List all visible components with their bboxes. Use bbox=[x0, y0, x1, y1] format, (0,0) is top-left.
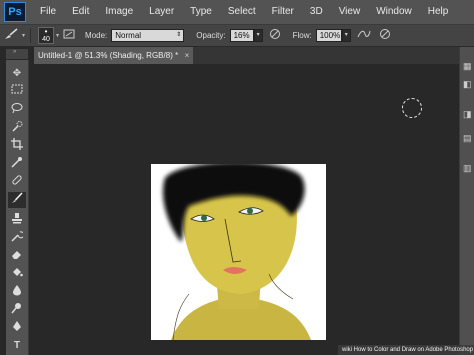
spot-healing-tool-icon[interactable] bbox=[8, 174, 26, 190]
right-panel-dock: ▦ ◧ ◨ ▤ ▥ bbox=[459, 47, 474, 355]
menu-image[interactable]: Image bbox=[97, 0, 141, 24]
panel-icon-2[interactable]: ◧ bbox=[463, 79, 473, 89]
photoshop-logo: Ps bbox=[4, 2, 26, 22]
eyedropper-tool-icon[interactable] bbox=[8, 156, 26, 172]
menu-layer[interactable]: Layer bbox=[141, 0, 182, 24]
eraser-tool-icon[interactable] bbox=[8, 248, 26, 264]
close-icon[interactable]: × bbox=[182, 47, 192, 64]
watermark: wiki How to Color and Draw on Adobe Phot… bbox=[338, 345, 474, 355]
crop-tool-icon[interactable] bbox=[8, 138, 26, 154]
brush-size-dropdown-icon[interactable]: ▾ bbox=[56, 32, 59, 39]
brush-size-picker[interactable]: • 40 bbox=[38, 27, 55, 44]
collapse-icon[interactable]: » bbox=[13, 49, 16, 55]
brush-preset-dropdown-icon[interactable]: ▾ bbox=[22, 32, 25, 39]
airbrush-icon[interactable] bbox=[357, 28, 371, 43]
menu-bar: Ps File Edit Image Layer Type Select Fil… bbox=[0, 0, 474, 25]
marquee-tool-icon[interactable] bbox=[8, 84, 26, 100]
pressure-size-icon[interactable] bbox=[379, 28, 391, 43]
flow-value: 100% bbox=[319, 31, 341, 40]
document-tab[interactable]: Untitled-1 @ 51.3% (Shading, RGB/8) * × bbox=[34, 47, 193, 64]
dodge-tool-icon[interactable] bbox=[8, 302, 26, 318]
brush-cursor bbox=[402, 98, 422, 118]
flow-input[interactable]: 100% bbox=[315, 29, 342, 42]
opacity-label: Opacity: bbox=[196, 31, 226, 40]
document-tab-title: Untitled-1 @ 51.3% (Shading, RGB/8) * bbox=[38, 51, 179, 60]
panel-icon-3[interactable]: ◨ bbox=[463, 109, 473, 119]
menu-file[interactable]: File bbox=[32, 0, 64, 24]
menu-view[interactable]: View bbox=[331, 0, 369, 24]
panel-icon-1[interactable]: ▦ bbox=[463, 61, 473, 71]
mode-label: Mode: bbox=[85, 31, 108, 40]
brush-panel-icon[interactable] bbox=[63, 28, 75, 43]
menu-help[interactable]: Help bbox=[420, 0, 457, 24]
paint-bucket-tool-icon[interactable] bbox=[8, 266, 26, 282]
panel-icon-4[interactable]: ▤ bbox=[463, 133, 473, 143]
flow-label: Flow: bbox=[292, 31, 312, 40]
brush-preset-icon[interactable] bbox=[4, 28, 18, 43]
history-brush-tool-icon[interactable] bbox=[8, 230, 26, 246]
mode-select[interactable]: Normal ⇕ bbox=[111, 29, 185, 42]
toolbox-header[interactable]: » bbox=[6, 49, 28, 59]
menu-select[interactable]: Select bbox=[220, 0, 264, 24]
menu-filter[interactable]: Filter bbox=[264, 0, 302, 24]
opacity-value: 16% bbox=[233, 31, 250, 40]
face-painting bbox=[162, 164, 311, 340]
menu-type[interactable]: Type bbox=[182, 0, 220, 24]
mode-updown-icon: ⇕ bbox=[176, 32, 182, 38]
clone-stamp-tool-icon[interactable] bbox=[8, 212, 26, 228]
opacity-slider-toggle[interactable]: ▾ bbox=[253, 29, 263, 42]
opacity-input[interactable]: 16% bbox=[229, 29, 254, 42]
flow-slider-toggle[interactable]: ▾ bbox=[341, 29, 351, 42]
menu-window[interactable]: Window bbox=[368, 0, 420, 24]
document-tab-bar: Untitled-1 @ 51.3% (Shading, RGB/8) * × bbox=[34, 47, 459, 64]
document-canvas[interactable] bbox=[151, 164, 326, 340]
mode-value: Normal bbox=[115, 31, 142, 40]
menu-edit[interactable]: Edit bbox=[64, 0, 97, 24]
lasso-tool-icon[interactable] bbox=[8, 102, 26, 118]
move-tool-icon[interactable]: ✥ bbox=[8, 66, 26, 82]
pen-tool-icon[interactable] bbox=[8, 320, 26, 336]
panel-icon-5[interactable]: ▥ bbox=[463, 163, 473, 173]
brush-tool-icon[interactable] bbox=[8, 192, 26, 208]
toolbox: ✥ T bbox=[6, 60, 29, 355]
separator bbox=[30, 28, 32, 43]
pressure-opacity-icon[interactable] bbox=[269, 28, 281, 43]
quick-selection-tool-icon[interactable] bbox=[8, 120, 26, 136]
blur-tool-icon[interactable] bbox=[8, 284, 26, 300]
options-bar: ▾ • 40 ▾ Mode: Normal ⇕ Opacity: 16% ▾ F… bbox=[0, 25, 474, 47]
brush-size-value: 40 bbox=[42, 36, 50, 43]
type-tool-icon[interactable]: T bbox=[8, 338, 26, 354]
menu-3d[interactable]: 3D bbox=[302, 0, 331, 24]
